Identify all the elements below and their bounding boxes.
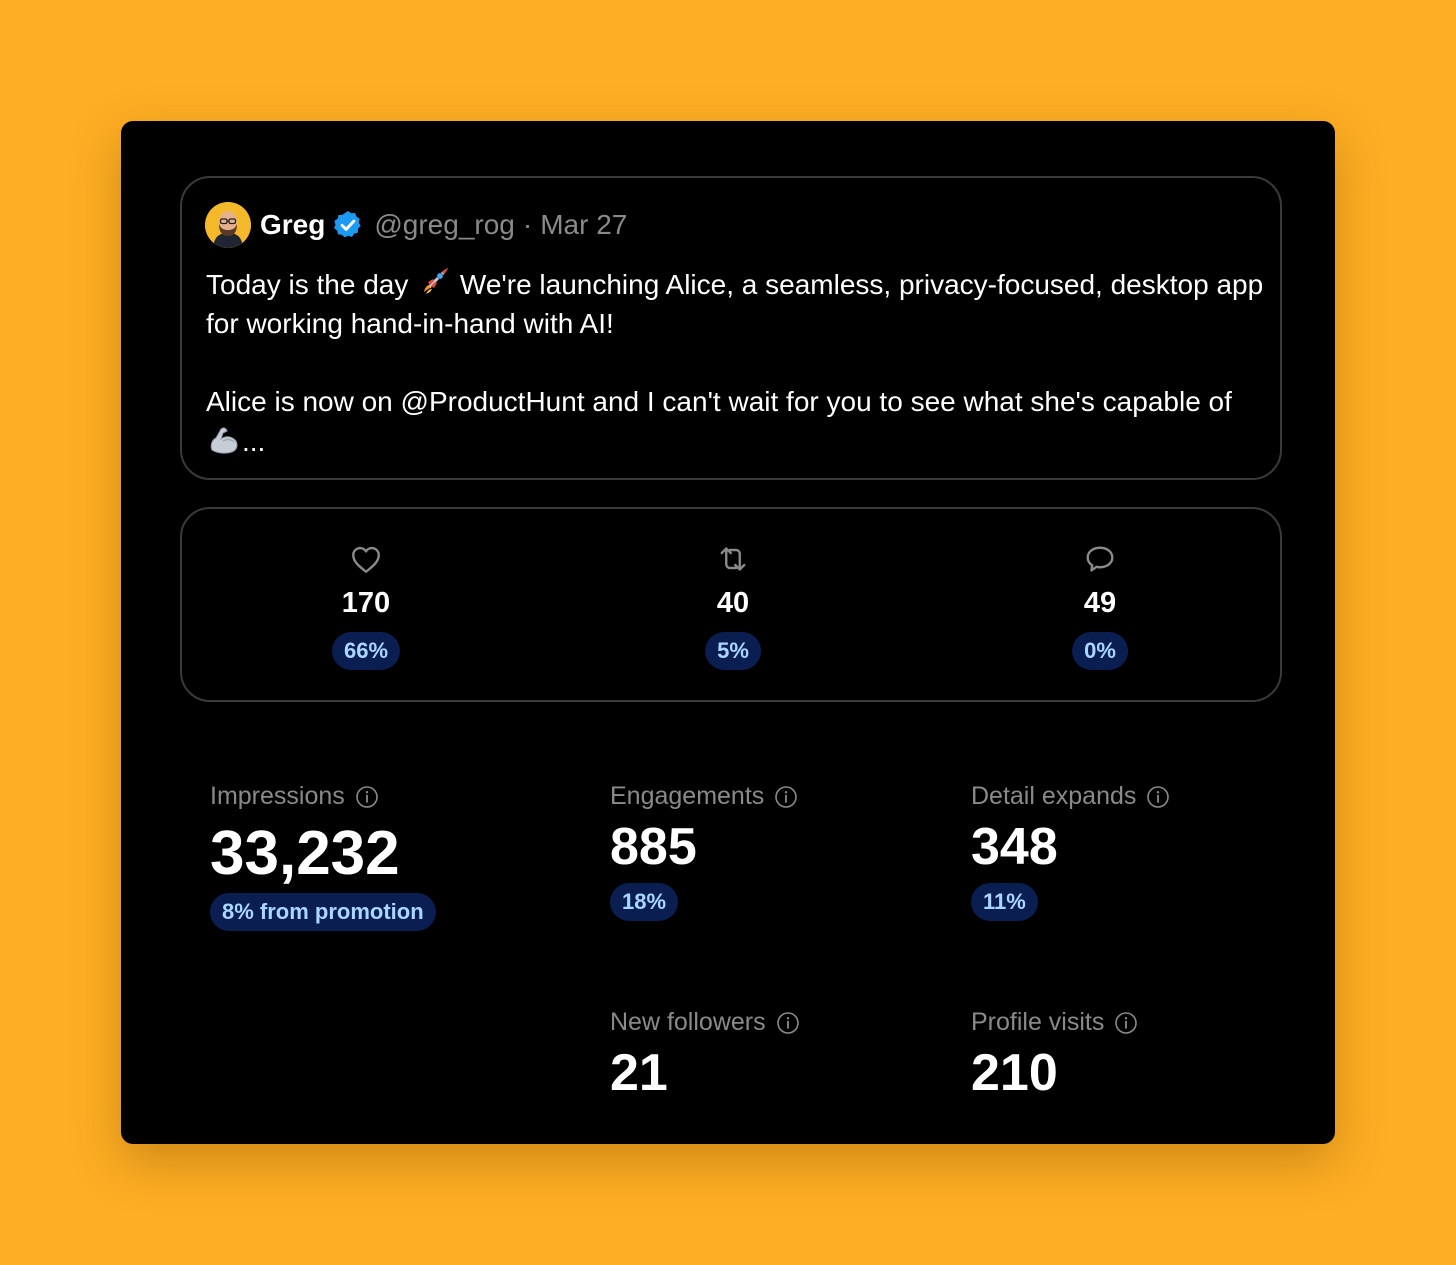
tweet-text-2a: Alice is now on @ProductHunt and I can't…: [206, 386, 1232, 417]
new-followers-stat: New followers 21: [610, 1005, 800, 1103]
retweets-count: 40: [716, 587, 750, 619]
flexed-biceps-icon: [206, 421, 242, 457]
replies-count: 49: [1083, 587, 1117, 619]
tweet-body: Today is the day We're launching Alice, …: [206, 264, 1266, 461]
detail-expands-percent-badge: 11%: [971, 883, 1038, 921]
engagements-stat: Engagements 885 18%: [610, 779, 798, 921]
info-icon[interactable]: [1146, 784, 1170, 808]
likes-percent-badge: 66%: [331, 632, 401, 670]
avatar[interactable]: [205, 202, 251, 248]
profile-visits-label: Profile visits: [971, 1008, 1105, 1036]
impressions-value: 33,232: [210, 819, 400, 888]
replies-stat[interactable]: 49 0%: [1000, 509, 1200, 700]
tweet-preview[interactable]: Greg @greg_rog · Mar 27 Today is the day: [180, 176, 1282, 480]
info-icon[interactable]: [1114, 1010, 1138, 1034]
engagements-value: 885: [610, 818, 697, 876]
promotion-badge: 8% from promotion: [210, 893, 436, 931]
author-handle[interactable]: @greg_rog: [374, 209, 515, 241]
profile-visits-value: 210: [971, 1044, 1058, 1102]
tweet-analytics-card: Greg @greg_rog · Mar 27 Today is the day: [121, 121, 1335, 1144]
tweet-date[interactable]: Mar 27: [540, 209, 627, 241]
likes-stat[interactable]: 170 66%: [266, 509, 466, 700]
new-followers-label-row: New followers: [610, 1005, 800, 1039]
engagements-percent-badge: 18%: [610, 883, 679, 921]
rocket-icon: [416, 264, 452, 300]
detail-expands-label-row: Detail expands: [971, 779, 1170, 813]
header-separator: ·: [522, 209, 533, 240]
retweet-icon: [715, 541, 751, 577]
detail-expands-value: 348: [971, 818, 1058, 876]
detail-expands-label: Detail expands: [971, 782, 1137, 810]
profile-visits-stat: Profile visits 210: [971, 1005, 1138, 1103]
tweet-header: Greg @greg_rog · Mar 27: [205, 201, 627, 249]
engagement-actions: 170 66% 40 5% 49 0%: [180, 507, 1282, 702]
detail-expands-stat: Detail expands 348 11%: [971, 779, 1170, 921]
info-icon[interactable]: [776, 1010, 800, 1034]
tweet-paragraph-2: Alice is now on @ProductHunt and I can't…: [206, 382, 1266, 461]
impressions-stat: Impressions 33,232 8% from promotion: [210, 779, 436, 931]
profile-visits-label-row: Profile visits: [971, 1005, 1138, 1039]
new-followers-label: New followers: [610, 1008, 766, 1036]
tweet-text-2b: ...: [242, 426, 266, 457]
retweets-percent-badge: 5%: [705, 632, 761, 670]
tweet-paragraph-1: Today is the day We're launching Alice, …: [206, 264, 1266, 343]
new-followers-value: 21: [610, 1044, 668, 1102]
engagements-label: Engagements: [610, 782, 765, 810]
verified-badge-icon: [332, 209, 364, 241]
impressions-label: Impressions: [210, 782, 345, 810]
engagements-label-row: Engagements: [610, 779, 798, 813]
retweets-stat[interactable]: 40 5%: [633, 509, 833, 700]
heart-icon: [348, 541, 384, 577]
author-name[interactable]: Greg: [260, 209, 325, 241]
tweet-text-1a: Today is the day: [206, 269, 409, 300]
impressions-label-row: Impressions: [210, 779, 436, 813]
comment-icon: [1082, 541, 1118, 577]
replies-percent-badge: 0%: [1072, 632, 1128, 670]
info-icon[interactable]: [774, 784, 798, 808]
info-icon[interactable]: [355, 784, 379, 808]
likes-count: 170: [341, 587, 391, 619]
